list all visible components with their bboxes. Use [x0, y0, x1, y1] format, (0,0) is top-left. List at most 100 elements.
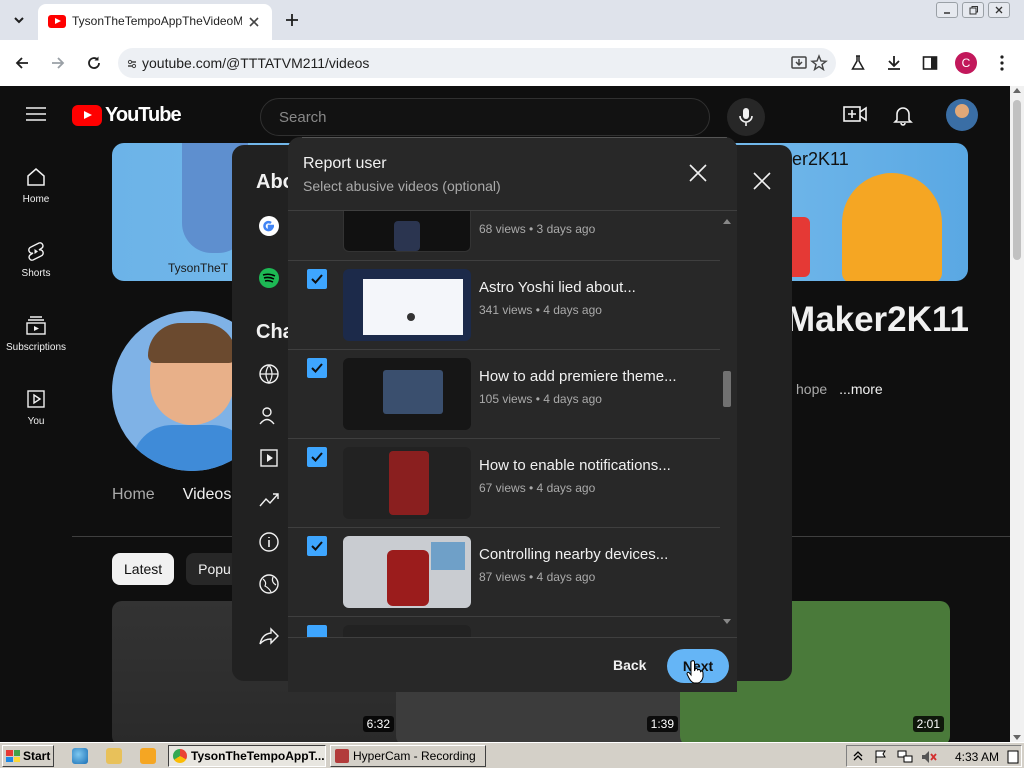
thumbnail-character-image — [389, 451, 429, 515]
globe-icon — [259, 364, 279, 385]
report-dialog-title: Report user — [303, 155, 387, 172]
search-input[interactable]: Search — [260, 98, 710, 136]
avatar-hair — [148, 323, 236, 363]
shorts-icon — [28, 242, 44, 261]
network-icon[interactable] — [897, 750, 913, 764]
scroll-down-arrow-icon[interactable] — [723, 619, 731, 624]
chevron-up-icon[interactable] — [853, 751, 863, 761]
browser-toolbar: youtube.com/@TTTATVM211/videos — [0, 40, 1024, 86]
chrome-menu-button[interactable] — [990, 51, 1014, 75]
video-title: How to add premiere theme... — [479, 368, 677, 385]
page-scrollbar[interactable] — [1010, 86, 1024, 742]
share-icon[interactable] — [258, 625, 280, 647]
chip-latest[interactable]: Latest — [112, 553, 175, 585]
close-window-button[interactable] — [988, 2, 1010, 18]
side-panel-button[interactable] — [918, 51, 942, 75]
browser-tab-active[interactable]: TysonTheTempoAppTheVideoMaker2K11 - YouT… — [38, 4, 272, 40]
windows-taskbar: Start TysonTheTempoAppT... HyperCam - Re… — [0, 742, 1024, 768]
window-controls — [936, 2, 1010, 18]
video-checkbox[interactable] — [307, 447, 327, 467]
about-close-button[interactable] — [752, 171, 772, 196]
list-scrollbar[interactable] — [722, 217, 732, 637]
action-center-icon[interactable] — [1007, 750, 1019, 764]
video-row[interactable]: Controlling nearby devices... 87 views •… — [288, 528, 720, 617]
nav-item-shorts[interactable]: Shorts — [0, 230, 72, 304]
nav-item-home[interactable]: Home — [0, 156, 72, 230]
report-close-button[interactable] — [688, 163, 708, 188]
back-button[interactable] — [10, 51, 34, 75]
scroll-up-arrow-icon[interactable] — [1013, 88, 1021, 93]
reload-button[interactable] — [82, 51, 106, 75]
browser-tab-strip: TysonTheTempoAppTheVideoMaker2K11 - YouT… — [0, 0, 1024, 40]
minimize-icon — [944, 12, 950, 14]
tab-home[interactable]: Home — [112, 486, 155, 516]
mic-icon — [739, 108, 753, 126]
labs-button[interactable] — [846, 51, 870, 75]
checkmark-icon — [311, 274, 323, 284]
nav-item-label: Home — [22, 194, 50, 205]
video-checkbox[interactable] — [307, 536, 327, 556]
nav-item-subscriptions[interactable]: Subscriptions — [0, 304, 72, 378]
scrollbar-thumb[interactable] — [1013, 100, 1021, 260]
video-add-icon — [843, 106, 867, 122]
start-button[interactable]: Start — [2, 745, 54, 767]
start-label: Start — [23, 749, 51, 763]
video-thumbnail — [343, 269, 471, 341]
tab-videos[interactable]: Videos — [183, 486, 232, 516]
banner-text-right: er2K11 — [792, 149, 849, 169]
youtube-play-icon — [72, 105, 102, 126]
windows-logo-icon — [6, 750, 20, 762]
tab-search-button[interactable] — [6, 8, 32, 32]
more-link[interactable]: ...more — [839, 381, 883, 397]
sort-chips: Latest Popu — [112, 553, 243, 585]
voice-search-button[interactable] — [727, 98, 765, 136]
downloads-button[interactable] — [882, 51, 906, 75]
bookmark-star-icon[interactable] — [810, 54, 828, 72]
tab-title: TysonTheTempoAppTheVideoMaker2K11 - YouT… — [72, 14, 242, 28]
address-bar[interactable]: youtube.com/@TTTATVM211/videos — [118, 48, 836, 78]
scroll-down-arrow-icon[interactable] — [1013, 735, 1021, 740]
checkmark-icon — [311, 541, 323, 551]
flag-icon[interactable] — [875, 750, 887, 764]
folder-icon[interactable] — [106, 748, 122, 764]
youtube-logo[interactable]: YouTube — [72, 104, 182, 127]
video-row[interactable]: Astro Yoshi lied about... 341 views • 4 … — [288, 261, 720, 350]
scroll-up-arrow-icon[interactable] — [723, 219, 731, 224]
hypercam-icon — [335, 749, 349, 763]
taskbar-item-chrome[interactable]: TysonTheTempoAppT... — [168, 745, 326, 767]
video-icon — [260, 449, 278, 467]
install-app-icon[interactable] — [790, 54, 808, 72]
minimize-button[interactable] — [936, 2, 958, 18]
arrow-right-icon — [52, 57, 65, 69]
video-row[interactable]: How to add premiere theme... 105 views •… — [288, 350, 720, 439]
nav-item-you[interactable]: You — [0, 378, 72, 452]
tab-close-button[interactable] — [244, 12, 264, 32]
site-info-icon[interactable] — [126, 56, 138, 70]
video-meta: 68 views • 3 days ago — [479, 222, 596, 236]
video-row[interactable]: How to enable notifications... 67 views … — [288, 439, 720, 528]
video-row[interactable]: 68 views • 3 days ago — [288, 211, 720, 261]
close-icon — [753, 172, 771, 190]
new-tab-button[interactable] — [280, 8, 304, 32]
notifications-button[interactable] — [892, 104, 914, 131]
restore-icon — [969, 5, 978, 14]
create-button[interactable] — [843, 104, 867, 129]
forward-button[interactable] — [46, 51, 70, 75]
guide-menu-button[interactable] — [26, 106, 46, 127]
video-checkbox[interactable] — [307, 625, 327, 637]
restore-button[interactable] — [962, 2, 984, 18]
profile-avatar[interactable]: C — [955, 52, 977, 74]
back-button[interactable]: Back — [597, 649, 662, 683]
video-row[interactable] — [288, 617, 720, 637]
account-avatar[interactable] — [946, 99, 978, 131]
video-checkbox[interactable] — [307, 358, 327, 378]
taskbar-item-hypercam[interactable]: HyperCam - Recording — [330, 745, 486, 767]
thumbnail-panel-image — [431, 542, 465, 570]
list-scrollbar-thumb[interactable] — [723, 371, 731, 407]
report-user-dialog: Report user Select abusive videos (optio… — [288, 137, 737, 692]
video-checkbox[interactable] — [307, 269, 327, 289]
media-player-icon[interactable] — [140, 748, 156, 764]
internet-explorer-icon[interactable] — [72, 748, 88, 764]
volume-muted-icon[interactable] — [921, 750, 937, 764]
globe-location-icon — [259, 574, 279, 594]
